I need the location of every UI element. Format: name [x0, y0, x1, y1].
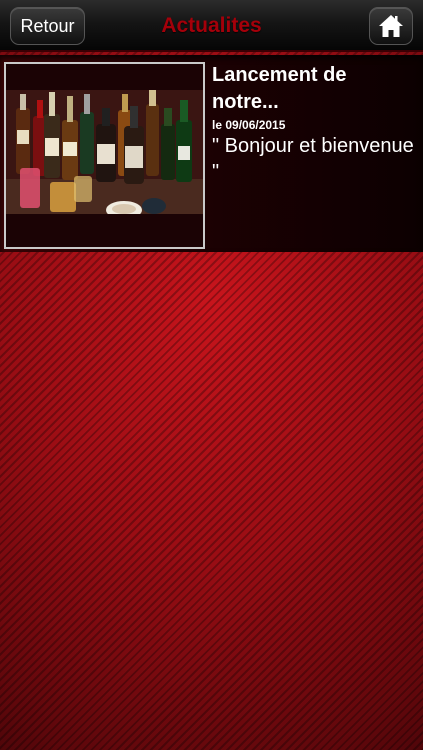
bottles-photo — [6, 64, 203, 247]
home-button[interactable] — [369, 7, 413, 45]
news-thumbnail — [4, 62, 205, 249]
news-title: Lancement de notre... — [212, 64, 347, 113]
app-screen: Retour Actualites Lancement de notre... … — [0, 0, 423, 750]
news-date: le 09/06/2015 — [212, 118, 286, 132]
news-excerpt: " Bonjour et bienvenue " — [212, 135, 414, 183]
home-icon — [379, 15, 403, 37]
page-title: Actualites — [161, 14, 262, 37]
back-button[interactable]: Retour — [10, 7, 85, 45]
navigation-bar: Retour Actualites — [0, 0, 423, 52]
news-list-item[interactable]: Lancement de notre... le 09/06/2015 " Bo… — [0, 55, 423, 252]
